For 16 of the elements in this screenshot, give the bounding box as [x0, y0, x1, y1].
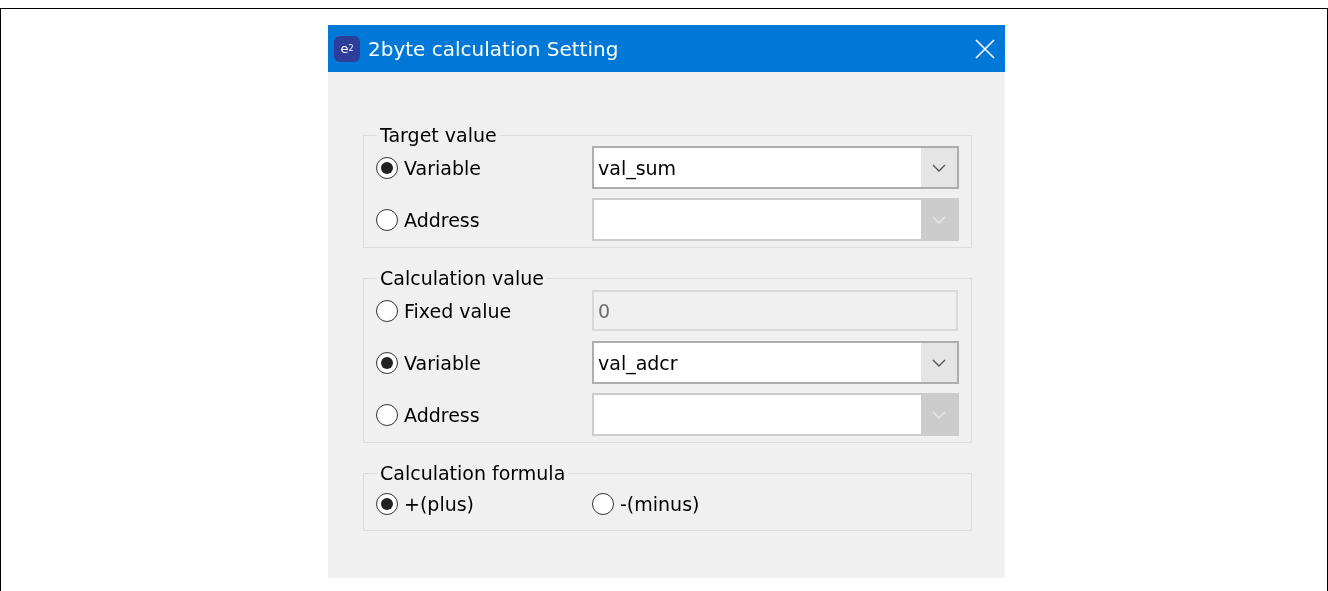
app-logo: e$^{2}$	[334, 35, 360, 62]
radio-button[interactable]: +(plus)	[376, 493, 592, 515]
chevron-down-icon	[932, 410, 946, 419]
radio-button[interactable]: -(minus)	[592, 493, 808, 515]
group-title: Target value	[379, 124, 498, 146]
group-title: Calculation value	[379, 267, 545, 289]
dropdown-field[interactable]: val_sum	[592, 146, 959, 189]
dropdown-field[interactable]: val_adcr	[592, 341, 959, 384]
radio-button[interactable]: Variable	[376, 351, 592, 374]
close-icon[interactable]	[975, 38, 995, 59]
chevron-down-icon	[932, 358, 946, 367]
chevron-down-icon	[932, 215, 946, 224]
radio-button[interactable]: Variable	[376, 156, 592, 179]
window-title: 2byte calculation Setting	[368, 36, 620, 61]
chevron-down-icon	[932, 163, 946, 172]
group-title: Calculation formula	[379, 462, 567, 484]
